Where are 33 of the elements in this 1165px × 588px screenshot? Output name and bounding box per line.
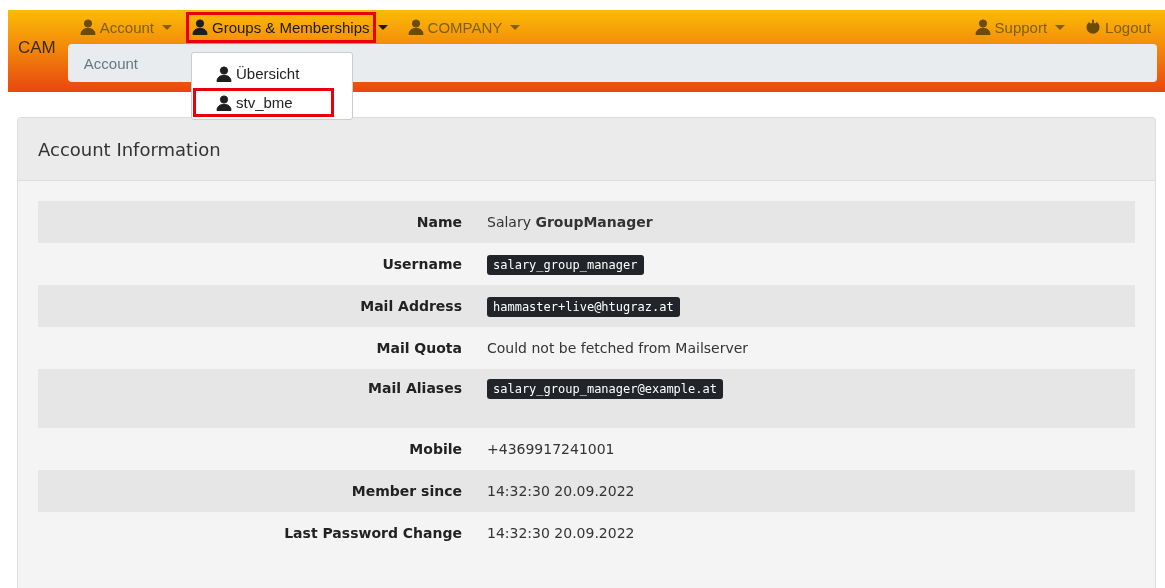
code-value: hammaster+live@htugraz.at xyxy=(487,297,680,317)
user-icon xyxy=(974,19,991,35)
dropdown-item[interactable]: stv_bme xyxy=(193,88,334,117)
user-icon xyxy=(79,19,96,35)
field-label: Mail Address xyxy=(359,298,462,314)
breadcrumb-item[interactable]: Account xyxy=(83,54,138,72)
nav-menu-item[interactable]: COMPANY xyxy=(401,11,509,43)
nav-menu-item[interactable]: Groups & Memberships xyxy=(186,11,376,43)
user-icon xyxy=(192,19,208,35)
user-icon xyxy=(216,65,232,82)
field-label: Mail Aliases xyxy=(367,380,462,396)
nav-menu-item[interactable]: Support xyxy=(968,11,1054,43)
nav-menu-item[interactable]: Account xyxy=(73,11,160,43)
brand-link[interactable]: CAM xyxy=(18,38,56,58)
field-label: Mail Quota xyxy=(375,340,462,356)
field-value: 14:32:30 20.09.2022 xyxy=(487,483,635,499)
user-icon xyxy=(216,94,232,111)
card-title: Account Information xyxy=(38,138,221,160)
nav-menu-item[interactable]: Logout xyxy=(1079,11,1157,43)
dropdown-item[interactable]: Übersicht xyxy=(193,59,323,88)
code-value: salary_group_manager xyxy=(487,255,644,275)
field-label: Mobile xyxy=(408,441,462,457)
field-value: 14:32:30 20.09.2022 xyxy=(487,525,635,541)
field-value: Salary GroupManager xyxy=(487,214,653,230)
field-value: Could not be fetched from Mailserver xyxy=(487,340,749,356)
field-value: +4369917241001 xyxy=(487,441,615,457)
field-label: Member since xyxy=(350,483,462,499)
field-label: Name xyxy=(415,214,462,230)
user-icon xyxy=(407,19,424,35)
field-label: Username xyxy=(381,256,462,272)
field-label: Last Password Change xyxy=(283,525,462,541)
caret-icon[interactable] xyxy=(377,24,388,30)
code-value: salary_group_manager@example.at xyxy=(487,379,723,399)
